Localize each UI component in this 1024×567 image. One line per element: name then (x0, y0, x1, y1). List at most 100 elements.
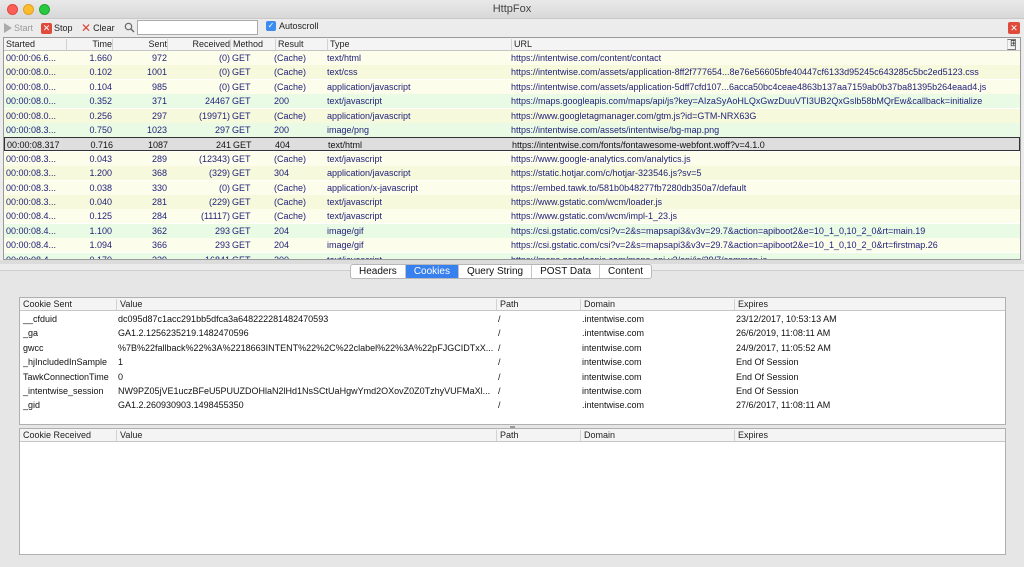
request-cell-sent: 281 (151, 197, 167, 207)
request-cell-type: application/javascript (327, 81, 411, 92)
cookie-cell-expires: 23/12/2017, 10:53:13 AM (736, 314, 837, 324)
cookie-row[interactable]: __cfduid dc095d87c1acc291bb5dfca3a6482222… (20, 312, 1005, 326)
request-cell-started: 00:00:08.4... (6, 225, 57, 236)
start-button[interactable]: Start (4, 21, 33, 35)
request-row[interactable]: 00:00:08.0... 0.256 297 (19971) GET (Cache) ap… (4, 108, 1020, 123)
stop-button[interactable]: ✕ Stop (41, 21, 73, 35)
request-row[interactable]: 00:00:08.0... 0.104 985 (0) GET (Cache) applic… (4, 79, 1020, 94)
request-cell-method: GET (233, 140, 252, 151)
autoscroll-checkbox[interactable]: ✓ (266, 21, 276, 31)
clear-button[interactable]: ✕ Clear (81, 21, 115, 35)
cookie-row[interactable]: _hjIncludedInSample 1 / intentwise.com End O… (20, 355, 1005, 369)
request-cell-started: 00:00:08.0... (6, 81, 57, 92)
request-cell-result: 200 (274, 254, 290, 260)
cookie-row[interactable]: _gid GA1.2.260930903.1498455350 / .intentwi… (20, 398, 1005, 412)
request-cell-url: https://intentwise.com/content/contact (511, 53, 662, 63)
request-cell-result: (Cache) (274, 197, 307, 207)
request-cell-type: text/javascript (327, 211, 383, 222)
tab-content[interactable]: Content (600, 265, 651, 278)
request-cell-time: 0.038 (89, 182, 112, 193)
stop-icon: ✕ (41, 22, 52, 34)
cookie-row[interactable]: _intentwise_session NW9PZ05jVE1uczBFeU5PU… (20, 384, 1005, 398)
request-row[interactable]: 00:00:08.3... 1.200 368 (329) GET 304 applicat… (4, 166, 1020, 181)
tab-headers[interactable]: Headers (351, 265, 406, 278)
cookie-cell-expires: 27/6/2017, 11:08:11 AM (736, 400, 831, 411)
request-cell-received: (329) (208, 168, 230, 179)
request-row[interactable]: 00:00:08.0... 0.352 371 24467 GET 200 text/jav… (4, 94, 1020, 109)
tab-query-string[interactable]: Query String (459, 265, 533, 278)
col-path[interactable]: Path (496, 430, 580, 441)
request-row[interactable]: 00:00:08.3... 0.040 281 (229) GET (Cache) text… (4, 195, 1020, 209)
request-cell-sent: 371 (151, 96, 167, 107)
request-cell-url: https://maps.googleapis.com/maps/api/js?… (511, 96, 983, 107)
request-cell-time: 0.256 (89, 110, 112, 121)
col-value[interactable]: Value (116, 299, 496, 310)
request-cell-sent: 289 (151, 153, 167, 164)
col-domain[interactable]: Domain (580, 430, 734, 441)
request-row[interactable]: 00:00:08.3... 0.038 330 (0) GET (Cache) applic… (4, 180, 1020, 195)
cookie-row[interactable]: TawkConnectionTime 0 / intentwise.com End Of… (20, 370, 1005, 384)
clear-icon: ✕ (81, 20, 92, 35)
request-cell-url: https://www.google-analytics.com/analyti… (511, 153, 691, 164)
col-result[interactable]: Result (275, 39, 327, 50)
request-row[interactable]: 00:00:08.4... 0.170 339 16841 GET 200 text/jav… (4, 252, 1020, 260)
cookie-cell-expires: End Of Session (736, 386, 799, 396)
request-cell-type: text/html (328, 140, 363, 151)
cookie-cell-value: %7B%22fallback%22%3A%2218663INTENT%22%2C… (118, 342, 494, 353)
request-cell-started: 00:00:08.317 (7, 140, 60, 151)
request-cell-method: GET (232, 225, 251, 236)
col-cookie-received[interactable]: Cookie Received (20, 430, 116, 441)
col-path[interactable]: Path (496, 299, 580, 310)
search-input[interactable] (137, 20, 258, 35)
request-cell-method: GET (232, 81, 251, 92)
col-received[interactable]: Received (167, 39, 230, 50)
column-picker-icon[interactable]: ⊞ (1007, 39, 1016, 50)
request-cell-received: (0) (219, 53, 230, 63)
col-method[interactable]: Method (230, 39, 275, 50)
request-row[interactable]: 00:00:08.317 0.716 1087 241 GET 404 text/html h… (4, 137, 1020, 152)
col-cookie-sent[interactable]: Cookie Sent (20, 299, 116, 310)
request-cell-sent: 985 (151, 81, 167, 92)
detail-tabs: Headers Cookies Query String POST Data C… (350, 264, 653, 279)
request-row[interactable]: 00:00:08.4... 1.094 366 293 GET 204 image/gif h… (4, 238, 1020, 253)
cookie-row[interactable]: _ga GA1.2.1256235219.1482470596 / .intentwi… (20, 326, 1005, 340)
cookie-cell-value: 0 (118, 371, 124, 382)
request-cell-result: 204 (274, 225, 290, 236)
cookie-cell-domain: intentwise.com (582, 371, 642, 382)
cookie-cell-name: _intentwise_session (23, 386, 104, 396)
col-expires[interactable]: Expires (734, 430, 1004, 441)
col-sent[interactable]: Sent (112, 39, 167, 50)
request-cell-sent: 366 (151, 240, 167, 251)
col-type[interactable]: Type (327, 39, 511, 50)
col-started[interactable]: Started (4, 39, 66, 50)
request-cell-method: GET (232, 67, 251, 78)
cookie-row[interactable]: gwcc %7B%22fallback%22%3A%2218663INTENT%2… (20, 341, 1005, 355)
tab-post-data[interactable]: POST Data (532, 265, 601, 278)
cookie-cell-path: / (498, 400, 501, 411)
request-cell-time: 0.352 (89, 96, 112, 107)
col-domain[interactable]: Domain (580, 299, 734, 310)
request-cell-method: GET (232, 211, 251, 222)
cookie-cell-domain: .intentwise.com (582, 314, 645, 324)
search-icon (124, 22, 135, 33)
request-cell-method: GET (232, 240, 251, 251)
request-row[interactable]: 00:00:08.3... 0.750 1023 297 GET 200 image/png… (4, 123, 1020, 137)
request-row[interactable]: 00:00:08.0... 0.102 1001 (0) GET (Cache) text/… (4, 65, 1020, 80)
autoscroll-toggle[interactable]: ✓ Autoscroll (266, 21, 319, 31)
col-value[interactable]: Value (116, 430, 496, 441)
col-time[interactable]: Time (66, 39, 112, 50)
request-cell-method: GET (232, 153, 251, 164)
cookie-cell-path: / (498, 342, 501, 353)
request-row[interactable]: 00:00:06.6... 1.660 972 (0) GET (Cache) text/h… (4, 51, 1020, 65)
request-cell-type: application/javascript (327, 168, 411, 179)
request-row[interactable]: 00:00:08.4... 1.100 362 293 GET 204 image/gif h… (4, 223, 1020, 238)
close-panel-button[interactable]: ✕ (1008, 22, 1020, 34)
cookie-cell-value: GA1.2.260930903.1498455350 (118, 400, 244, 411)
request-row[interactable]: 00:00:08.4... 0.125 284 (11117) GET (Cache) te… (4, 209, 1020, 224)
request-row[interactable]: 00:00:08.3... 0.043 289 (12343) GET (Cache) te… (4, 151, 1020, 166)
request-cell-received: 24467 (204, 96, 230, 107)
tab-cookies[interactable]: Cookies (405, 265, 459, 278)
col-url[interactable]: URL (511, 39, 1011, 50)
request-cell-received: (11117) (200, 211, 230, 222)
col-expires[interactable]: Expires (734, 299, 1004, 310)
